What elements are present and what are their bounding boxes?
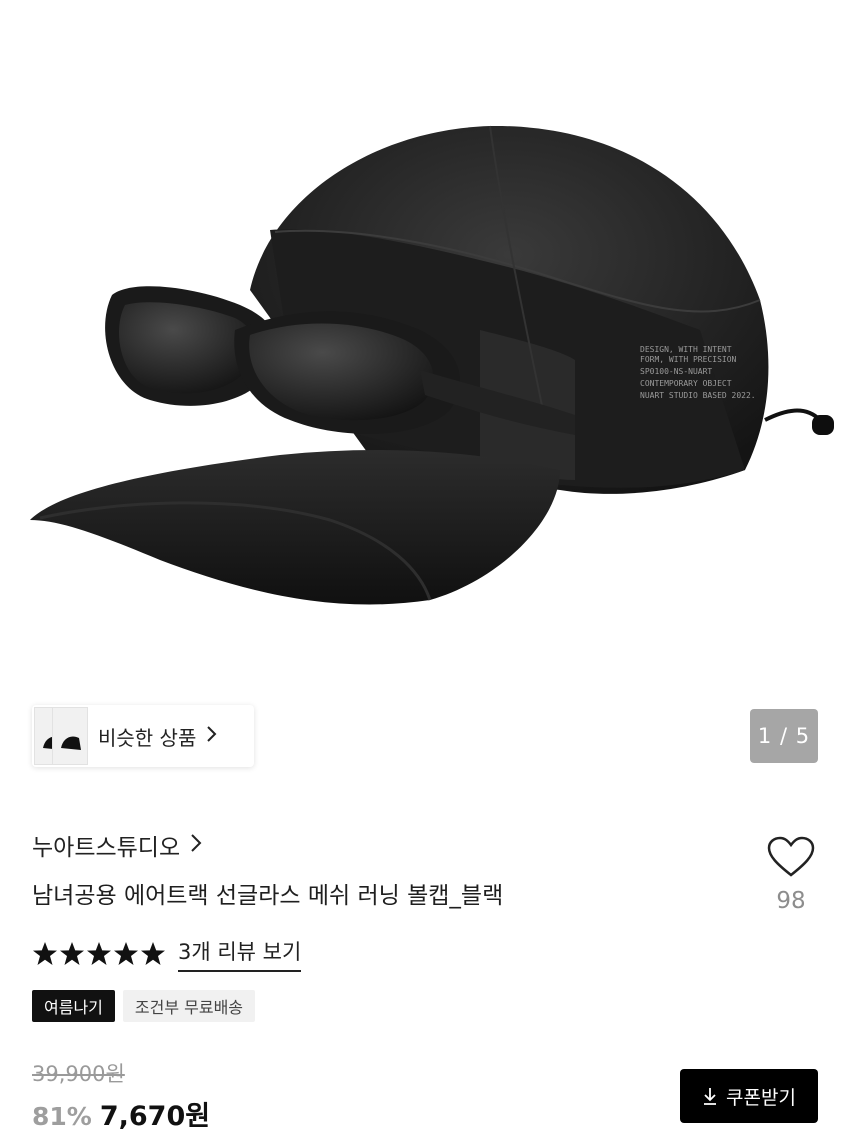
similar-thumbnail xyxy=(52,707,88,765)
brand-link[interactable]: 누아트스튜디오 xyxy=(32,828,202,862)
svg-text:NUART STUDIO BASED 2022.: NUART STUDIO BASED 2022. xyxy=(640,391,756,400)
image-counter: 1 / 5 xyxy=(750,709,818,763)
tag-list: 여름나기 조건부 무료배송 xyxy=(32,990,256,1022)
heart-icon xyxy=(767,836,815,882)
review-link[interactable]: 3개 리뷰 보기 xyxy=(178,936,302,972)
tag-badge: 여름나기 xyxy=(32,990,115,1022)
original-price: 39,900원 xyxy=(32,1062,125,1086)
svg-text:CONTEMPORARY OBJECT: CONTEMPORARY OBJECT xyxy=(640,379,732,388)
svg-text:FORM, WITH PRECISION: FORM, WITH PRECISION xyxy=(640,355,737,364)
cap-illustration: DESIGN, WITH INTENT FORM, WITH PRECISION… xyxy=(30,125,834,605)
star-icon xyxy=(60,942,84,965)
star-icon xyxy=(33,942,57,965)
star-icon xyxy=(87,942,111,965)
chevron-right-icon xyxy=(206,725,218,747)
star-icon xyxy=(114,942,138,965)
svg-text:SP0100-NS-NUART: SP0100-NS-NUART xyxy=(640,367,712,376)
svg-text:DESIGN, WITH INTENT: DESIGN, WITH INTENT xyxy=(640,345,732,354)
coupon-label: 쿠폰받기 xyxy=(726,1086,796,1109)
similar-products-label: 비슷한 상품 xyxy=(98,725,197,750)
star-icon xyxy=(141,942,165,965)
tag-badge: 조건부 무료배송 xyxy=(122,990,256,1022)
product-title: 남녀공용 에어트랙 선글라스 메쉬 러닝 볼캡_블랙 xyxy=(32,883,504,909)
similar-thumbnails xyxy=(32,705,92,767)
product-image[interactable]: DESIGN, WITH INTENT FORM, WITH PRECISION… xyxy=(0,0,850,700)
discount-rate: 81% xyxy=(32,1102,92,1131)
chevron-right-icon xyxy=(190,833,202,857)
coupon-button[interactable]: 쿠폰받기 xyxy=(680,1069,818,1123)
like-button[interactable]: 98 xyxy=(764,836,818,914)
similar-products-button[interactable]: 비슷한 상품 xyxy=(32,705,254,767)
price-row: 81% 7,670원 xyxy=(32,1094,210,1133)
download-icon xyxy=(702,1087,718,1105)
sale-price: 7,670원 xyxy=(99,1101,211,1132)
brand-name: 누아트스튜디오 xyxy=(32,835,181,861)
star-rating xyxy=(32,941,166,967)
like-count: 98 xyxy=(776,888,806,914)
rating-row: 3개 리뷰 보기 xyxy=(32,936,302,972)
